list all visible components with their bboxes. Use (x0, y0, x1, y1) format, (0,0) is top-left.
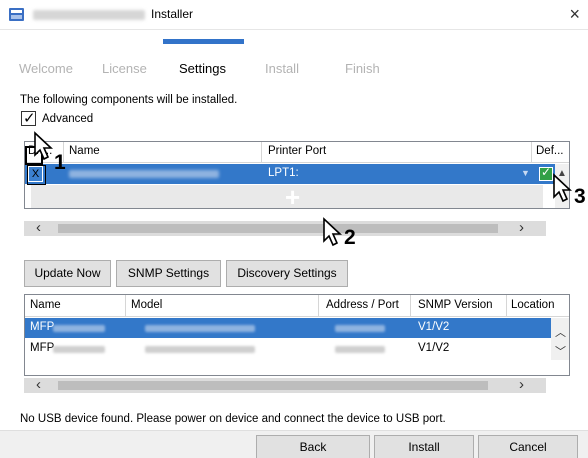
mouse-pointer-icon (34, 131, 54, 161)
col-name[interactable]: Name (69, 145, 100, 157)
ports-horizontal-scrollbar[interactable]: ‹ › (24, 219, 546, 236)
table-row[interactable]: MFP V1/V2 (25, 318, 551, 338)
devices-horizontal-scrollbar[interactable]: ‹ › (24, 376, 546, 393)
row-printer-port[interactable]: LPT1: (268, 167, 299, 179)
installer-app-icon (9, 8, 24, 21)
update-now-button[interactable]: Update Now (24, 260, 111, 287)
chevron-down-icon[interactable]: ▼ (521, 168, 530, 178)
back-button[interactable]: Back (256, 435, 370, 458)
step-settings: Settings (179, 61, 226, 76)
snmp-settings-button[interactable]: SNMP Settings (116, 260, 221, 287)
install-button[interactable]: Install (374, 435, 474, 458)
step-welcome: Welcome (19, 61, 73, 76)
discovery-settings-button[interactable]: Discovery Settings (226, 260, 348, 287)
table-row[interactable]: X LPT1: ▼ (25, 164, 569, 185)
cancel-button[interactable]: Cancel (478, 435, 578, 458)
callout-number-1: 1 (54, 151, 66, 174)
plus-icon[interactable]: + (285, 182, 300, 208)
device-snmp-version: V1/V2 (418, 342, 450, 354)
scroll-thumb[interactable] (58, 224, 498, 233)
window-title: Installer (151, 7, 194, 21)
col-model[interactable]: Model (131, 299, 162, 311)
col-device-name[interactable]: Name (30, 299, 61, 311)
devices-table-header: Name Model Address / Port SNMP Version L… (25, 295, 569, 317)
step-install: Install (265, 61, 299, 76)
wizard-steps: Welcome License Settings Install Finish (0, 61, 588, 81)
devices-vertical-scrollbar[interactable]: ︿ ﹀ (551, 318, 569, 360)
col-default[interactable]: Def... (536, 145, 563, 157)
col-snmp-version[interactable]: SNMP Version (418, 299, 493, 311)
col-address-port[interactable]: Address / Port (326, 299, 399, 311)
chevron-left-icon[interactable]: ‹ (36, 376, 41, 393)
title-product-blurred (33, 10, 145, 20)
usb-status-text: No USB device found. Please power on dev… (20, 413, 446, 425)
table-row[interactable]: MFP V1/V2 (25, 339, 551, 359)
chevron-left-icon[interactable]: ‹ (36, 219, 41, 236)
row-select-box[interactable]: X (27, 165, 46, 185)
footer-bar: Back Install Cancel (0, 430, 588, 458)
chevron-up-icon[interactable]: ︿ (555, 324, 566, 340)
step-finish: Finish (345, 61, 380, 76)
col-location[interactable]: Location (511, 299, 554, 311)
device-name: MFP (30, 342, 55, 354)
devices-table: Name Model Address / Port SNMP Version L… (24, 294, 570, 376)
row-name-blurred (69, 170, 219, 178)
device-snmp-version: V1/V2 (418, 321, 450, 333)
title-bar: Installer × (0, 0, 588, 30)
ports-table-header: Dri... Name Printer Port Def... (25, 142, 569, 163)
chevron-right-icon[interactable]: › (519, 376, 524, 393)
mouse-pointer-icon (553, 173, 573, 203)
col-printer-port[interactable]: Printer Port (268, 145, 326, 157)
intro-text: The following components will be install… (20, 94, 238, 106)
default-checkbox[interactable] (539, 165, 553, 181)
chevron-down-icon[interactable]: ﹀ (555, 343, 566, 359)
advanced-checkbox[interactable] (21, 109, 36, 127)
advanced-label: Advanced (42, 113, 94, 125)
printer-ports-table: Dri... Name Printer Port Def... X LPT1: … (24, 141, 570, 209)
active-step-indicator (163, 39, 244, 44)
scroll-thumb[interactable] (58, 381, 488, 390)
callout-number-2: 2 (344, 226, 356, 249)
step-license: License (102, 61, 147, 76)
device-name: MFP (30, 321, 55, 333)
close-icon[interactable]: × (569, 3, 580, 25)
chevron-right-icon[interactable]: › (519, 219, 524, 236)
mouse-pointer-icon (323, 217, 343, 247)
add-row-area[interactable]: + (31, 182, 543, 208)
callout-number-3: 3 (574, 185, 586, 208)
